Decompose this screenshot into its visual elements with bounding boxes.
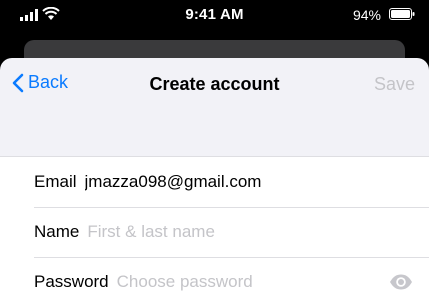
password-field[interactable] xyxy=(116,272,377,292)
account-form: Email Name Password xyxy=(0,156,429,304)
status-bar: 9:41 AM 94% xyxy=(0,0,429,30)
password-label: Password xyxy=(34,272,109,291)
navigation-bar: Back Create account Save xyxy=(0,58,429,114)
page-title: Create account xyxy=(149,74,280,94)
name-label: Name xyxy=(34,222,80,241)
battery-percent: 94% xyxy=(352,7,381,23)
save-button[interactable]: Save xyxy=(374,74,415,95)
battery-icon xyxy=(389,8,415,20)
phone-screen: 9:41 AM 94% Back Create account Save Ema… xyxy=(0,0,429,304)
name-row: Name xyxy=(0,207,429,257)
email-row: Email xyxy=(0,157,429,207)
email-field[interactable] xyxy=(84,172,345,192)
eye-icon[interactable] xyxy=(389,273,413,291)
email-label: Email xyxy=(34,172,77,191)
create-account-sheet: Back Create account Save Email Name Pass… xyxy=(0,58,429,304)
password-row: Password xyxy=(0,257,429,304)
name-field[interactable] xyxy=(87,222,348,242)
